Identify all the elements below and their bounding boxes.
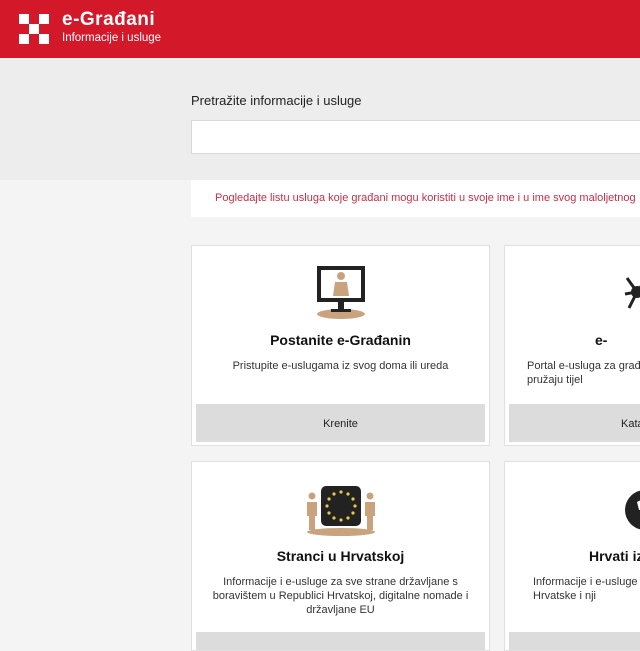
- notice-text[interactable]: Pogledajte listu usluga koje građani mog…: [215, 192, 636, 204]
- card-button[interactable]: [509, 632, 640, 650]
- network-icon: [505, 264, 640, 320]
- start-button[interactable]: Krenite: [196, 404, 485, 442]
- eu-flag-people-icon: [192, 480, 489, 536]
- site-subtitle: Informacije i usluge: [62, 32, 162, 44]
- card-description: Portal e-usluga za građ pružaju tijel: [527, 360, 640, 386]
- site-title[interactable]: e-Građani: [62, 9, 155, 31]
- notice-banner[interactable]: Pogledajte listu usluga koje građani mog…: [191, 180, 640, 217]
- globe-icon: [505, 480, 640, 536]
- search-section: Pretražite informacije i usluge: [0, 58, 640, 180]
- catalog-button[interactable]: Kata: [509, 404, 640, 442]
- card-croats-abroad: Hrvati izv Informacije i e-usluge Hrvats…: [504, 461, 640, 651]
- card-e-services-portal: e- Portal e-usluga za građ pružaju tijel…: [504, 245, 640, 446]
- card-title: Postanite e-Građanin: [270, 332, 411, 348]
- card-become-e-citizen: Postanite e-Građanin Pristupite e-usluga…: [191, 245, 490, 446]
- card-description: Informacije i e-usluge Hrvatske i nji: [533, 576, 638, 602]
- card-foreigners-in-croatia: Stranci u Hrvatskoj Informacije i e-uslu…: [191, 461, 490, 651]
- card-description: Pristupite e-uslugama iz svog doma ili u…: [232, 360, 449, 372]
- card-title: e-: [595, 332, 608, 348]
- checkerboard-logo-icon[interactable]: [19, 14, 49, 44]
- search-label: Pretražite informacije i usluge: [191, 93, 362, 108]
- search-input[interactable]: [191, 120, 640, 154]
- card-button[interactable]: [196, 632, 485, 650]
- computer-person-icon: [192, 264, 489, 320]
- card-title: Stranci u Hrvatskoj: [276, 548, 405, 564]
- card-title: Hrvati izv: [589, 548, 640, 564]
- site-header: e-Građani Informacije i usluge: [0, 0, 640, 58]
- card-description: Informacije i e-usluge za sve strane drž…: [212, 576, 469, 616]
